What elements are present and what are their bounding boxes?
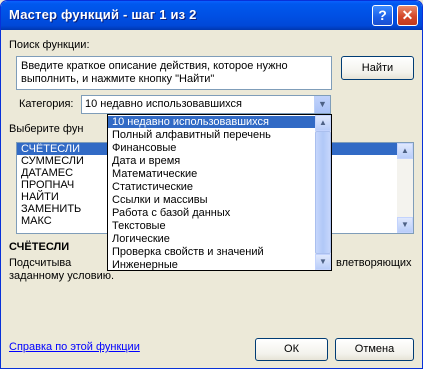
scroll-up-icon[interactable]: ▲ <box>397 143 413 159</box>
chevron-down-icon[interactable]: ▼ <box>314 96 330 113</box>
dropdown-option[interactable]: 10 недавно использовавшихся <box>108 116 317 128</box>
function-syntax: СЧЁТЕСЛИ <box>9 241 70 253</box>
help-link[interactable]: Справка по этой функции <box>9 341 140 353</box>
dropdown-option[interactable]: Текстовые <box>108 220 317 232</box>
description-start: Подсчитыва <box>9 257 72 269</box>
help-button[interactable]: ? <box>372 5 393 26</box>
scroll-down-icon[interactable]: ▼ <box>397 217 413 233</box>
dropdown-option[interactable]: Логические <box>108 233 317 245</box>
close-button[interactable]: ✕ <box>397 5 418 26</box>
category-label: Категория: <box>19 98 74 110</box>
title-bar[interactable]: Мастер функций - шаг 1 из 2 ? ✕ <box>1 1 422 30</box>
description-line2: заданному условию. <box>9 270 115 282</box>
category-selected-value: 10 недавно использовавшихся <box>85 98 243 110</box>
find-button[interactable]: Найти <box>341 56 414 80</box>
dropdown-option[interactable]: Работа с базой данных <box>108 207 317 219</box>
dropdown-option[interactable]: Финансовые <box>108 142 317 154</box>
dropdown-option[interactable]: Дата и время <box>108 155 317 167</box>
scroll-thumb[interactable] <box>315 131 331 254</box>
dropdown-option[interactable]: Инженерные <box>108 259 317 270</box>
cancel-button[interactable]: Отмена <box>335 338 414 361</box>
dropdown-option[interactable]: Ссылки и массивы <box>108 194 317 206</box>
category-select[interactable]: 10 недавно использовавшихся ▼ <box>81 95 331 114</box>
dropdown-option[interactable]: Статистические <box>108 181 317 193</box>
dialog-window: Мастер функций - шаг 1 из 2 ? ✕ Поиск фу… <box>0 0 423 369</box>
dropdown-scrollbar[interactable]: ▲ ▼ <box>315 115 331 270</box>
choose-function-label: Выберите фун <box>9 123 84 135</box>
search-label: Поиск функции: <box>9 39 90 51</box>
dropdown-option[interactable]: Полный алфавитный перечень <box>108 129 317 141</box>
function-list-scrollbar[interactable]: ▲ ▼ <box>397 143 413 233</box>
window-title: Мастер функций - шаг 1 из 2 <box>9 7 197 22</box>
scroll-up-icon[interactable]: ▲ <box>315 115 331 131</box>
scroll-down-icon[interactable]: ▼ <box>315 254 331 270</box>
ok-button[interactable]: ОК <box>255 338 328 361</box>
dropdown-option[interactable]: Проверка свойств и значений <box>108 246 317 258</box>
category-dropdown-list[interactable]: 10 недавно использовавшихся Полный алфав… <box>107 114 332 271</box>
dropdown-option[interactable]: Математические <box>108 168 317 180</box>
description-end: влетворяющих <box>336 257 412 269</box>
search-input[interactable]: Введите краткое описание действия, котор… <box>16 56 332 90</box>
